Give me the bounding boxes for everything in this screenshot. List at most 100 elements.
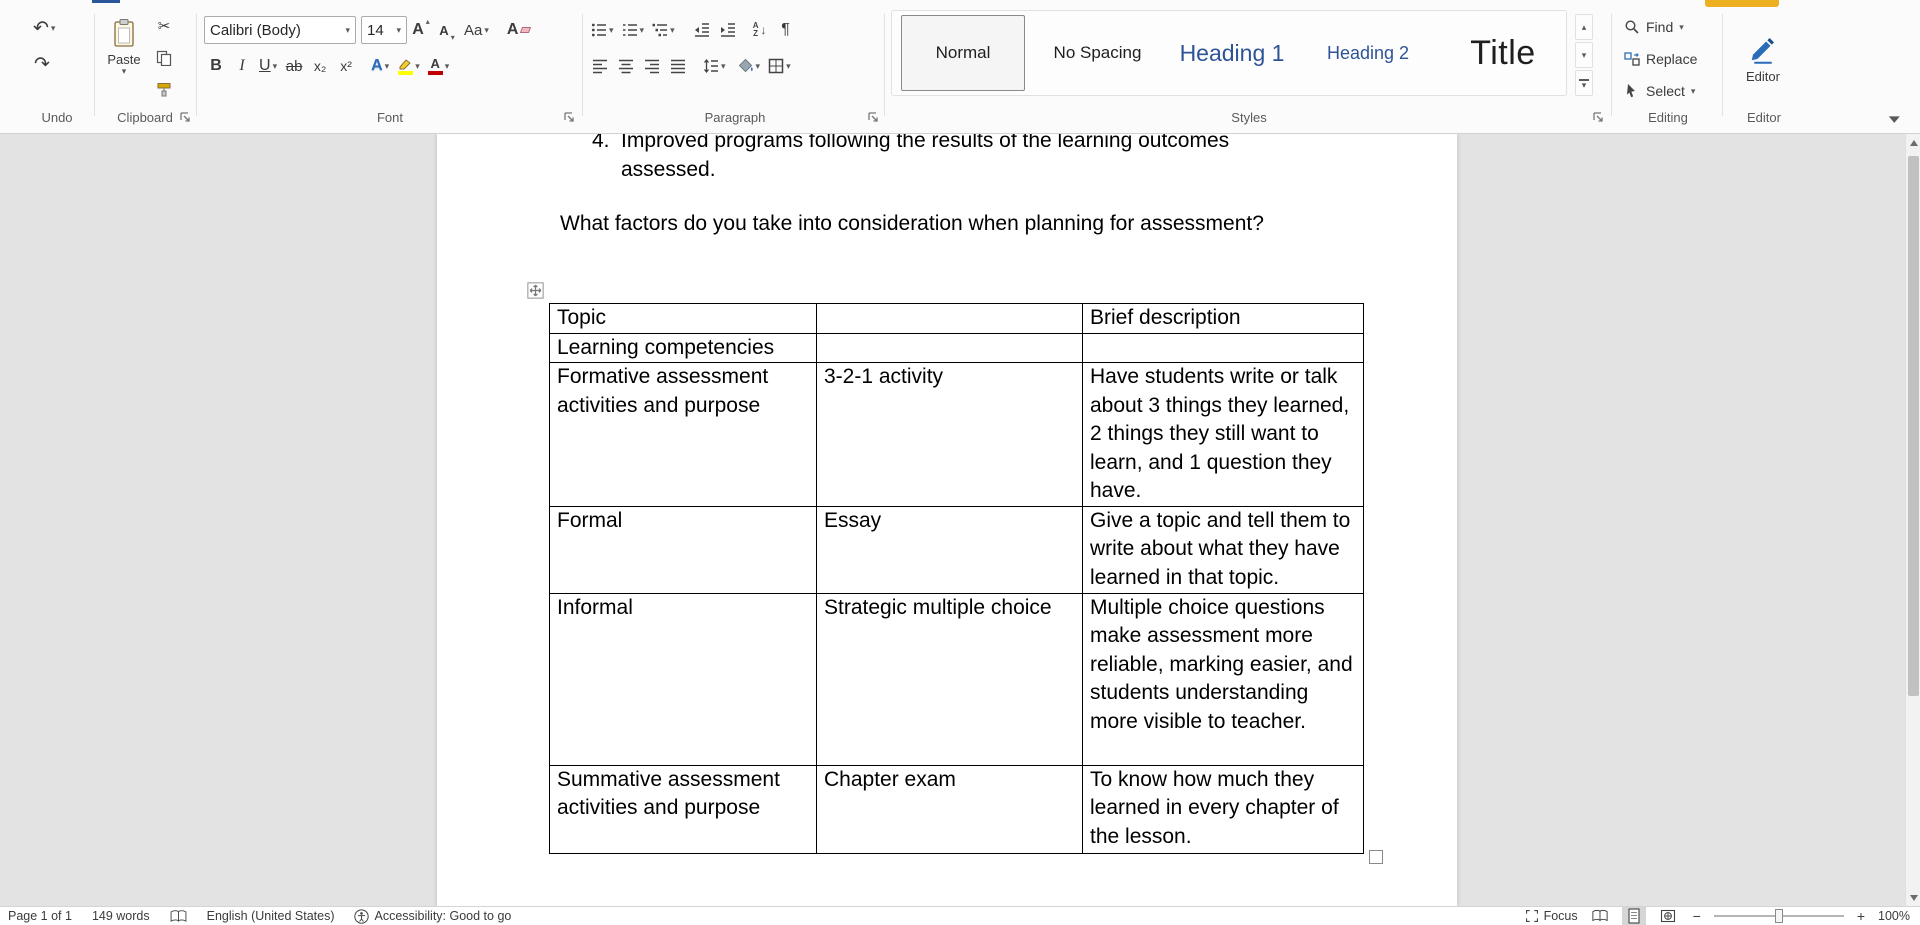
web-layout-icon — [1660, 909, 1675, 923]
text-effects-button[interactable]: A ▾ — [368, 52, 392, 80]
copy-button[interactable] — [152, 44, 176, 72]
table-cell[interactable]: To know how much they learned in every c… — [1082, 764, 1364, 854]
table-cell[interactable]: Strategic multiple choice — [816, 592, 1083, 766]
font-dialog-launcher[interactable] — [562, 110, 576, 124]
accessibility-status[interactable]: Accessibility: Good to go — [354, 908, 511, 924]
style-card-normal[interactable]: Normal — [901, 15, 1025, 91]
document-page[interactable]: 4. Improved programs following the resul… — [437, 134, 1457, 906]
read-mode-button[interactable] — [1588, 907, 1612, 925]
focus-button[interactable]: Focus — [1525, 909, 1578, 923]
table-row: Informal Strategic multiple choice Multipl… — [549, 592, 1364, 766]
table-cell[interactable]: Have students write or talk about 3 thin… — [1082, 362, 1364, 507]
table-cell[interactable]: Formal — [549, 505, 817, 594]
grow-font-button[interactable]: A ▴ — [409, 16, 433, 44]
table-cell[interactable]: Learning competencies — [549, 332, 817, 363]
bold-button[interactable]: B — [204, 52, 228, 80]
styles-dialog-launcher[interactable] — [1591, 110, 1605, 124]
table-cell[interactable]: Summative assessment activities and purp… — [549, 764, 817, 854]
sort-button[interactable]: A Z ↓ — [748, 16, 772, 44]
line-spacing-button[interactable]: ▾ — [700, 52, 729, 80]
table-cell[interactable]: Topic — [549, 303, 817, 334]
web-layout-button[interactable] — [1656, 907, 1680, 925]
chevron-down-icon: ▾ — [345, 24, 350, 35]
highlight-button[interactable]: ▾ — [394, 52, 423, 80]
zoom-out-button[interactable]: − — [1690, 908, 1704, 924]
underline-icon: U — [259, 57, 271, 74]
change-case-button[interactable]: Aa ▾ — [461, 16, 492, 44]
table-cell[interactable]: Formative assessment activities and purp… — [549, 362, 817, 507]
table-cell[interactable]: Multiple choice questions make assessmen… — [1082, 592, 1364, 766]
table-cell[interactable]: Informal — [549, 592, 817, 766]
font-name-combo[interactable]: Calibri (Body) ▾ — [204, 16, 356, 44]
shrink-font-button[interactable]: A ▾ — [435, 16, 459, 44]
select-button[interactable]: Select ▾ — [1620, 78, 1699, 104]
style-card-heading-1[interactable]: Heading 1 — [1172, 15, 1292, 91]
justify-button[interactable] — [666, 52, 690, 80]
list-item-text[interactable]: Improved programs following the results … — [621, 134, 1311, 184]
table-cell[interactable]: 3-2-1 activity — [816, 362, 1083, 507]
chevron-down-icon: ▾ — [639, 24, 645, 35]
clipboard-dialog-launcher[interactable] — [178, 110, 192, 124]
scroll-down-button[interactable] — [1906, 889, 1920, 906]
table-move-handle[interactable] — [527, 282, 544, 299]
page-indicator[interactable]: Page 1 of 1 — [8, 909, 72, 923]
show-hide-marks-button[interactable]: ¶ — [774, 16, 798, 44]
cut-button[interactable]: ✂ — [152, 12, 176, 40]
format-painter-button[interactable] — [152, 76, 176, 104]
italic-button[interactable]: I — [230, 52, 254, 80]
style-card-heading-2[interactable]: Heading 2 — [1301, 15, 1435, 91]
undo-button[interactable]: ↶ ▾ — [30, 14, 58, 42]
zoom-level[interactable]: 100% — [1878, 909, 1914, 923]
styles-gallery-down-button[interactable]: ▾ — [1575, 42, 1593, 68]
word-count[interactable]: 149 words — [92, 909, 150, 923]
collapse-ribbon-button[interactable]: ▾ — [1889, 111, 1900, 127]
decrease-indent-button[interactable] — [690, 16, 714, 44]
scroll-up-button[interactable] — [1906, 134, 1920, 151]
table-resize-handle[interactable] — [1369, 850, 1383, 864]
align-center-button[interactable] — [614, 52, 638, 80]
font-color-icon: A — [427, 57, 443, 75]
style-card-title[interactable]: Title — [1441, 15, 1565, 91]
style-card-no-spacing[interactable]: No Spacing — [1033, 15, 1162, 91]
table-cell[interactable]: Brief description — [1082, 303, 1364, 334]
language-indicator[interactable]: English (United States) — [207, 909, 335, 923]
vertical-scrollbar[interactable] — [1905, 134, 1920, 906]
zoom-slider-thumb[interactable] — [1774, 909, 1783, 923]
increase-indent-button[interactable] — [716, 16, 740, 44]
proofing-status[interactable] — [170, 909, 187, 923]
table-cell[interactable] — [816, 303, 1083, 334]
question-paragraph[interactable]: What factors do you take into considerat… — [560, 210, 1264, 239]
superscript-button[interactable]: x² — [334, 52, 358, 80]
scrollbar-thumb[interactable] — [1908, 156, 1919, 696]
borders-button[interactable]: ▾ — [765, 52, 794, 80]
redo-button[interactable]: ↷ — [30, 50, 54, 78]
replace-button[interactable]: Replace — [1620, 46, 1701, 72]
align-right-button[interactable] — [640, 52, 664, 80]
multilevel-list-button[interactable]: ▾ — [649, 16, 678, 44]
find-button[interactable]: Find ▾ — [1620, 14, 1688, 40]
styles-gallery-more-button[interactable]: ▾ — [1575, 70, 1593, 96]
table-cell[interactable]: Give a topic and tell them to write abou… — [1082, 505, 1364, 594]
font-color-button[interactable]: A ▾ — [425, 52, 453, 80]
list-item-number[interactable]: 4. — [592, 134, 610, 156]
zoom-slider[interactable] — [1713, 909, 1844, 923]
table-cell[interactable] — [1082, 332, 1364, 363]
underline-button[interactable]: U ▾ — [256, 52, 280, 80]
editor-button[interactable]: Editor — [1733, 12, 1793, 106]
paragraph-dialog-launcher[interactable] — [866, 110, 880, 124]
clear-formatting-button[interactable]: A — [504, 16, 534, 44]
align-left-button[interactable] — [588, 52, 612, 80]
table-cell[interactable]: Chapter exam — [816, 764, 1083, 854]
font-size-combo[interactable]: 14 ▾ — [361, 16, 407, 44]
table-cell[interactable] — [816, 332, 1083, 363]
print-layout-button[interactable] — [1621, 907, 1646, 925]
subscript-button[interactable]: x₂ — [308, 52, 332, 80]
styles-gallery-up-button[interactable]: ▴ — [1575, 14, 1593, 40]
zoom-in-button[interactable]: + — [1854, 908, 1868, 924]
shading-button[interactable]: ▾ — [735, 52, 764, 80]
strikethrough-button[interactable]: ab — [282, 52, 306, 80]
numbering-button[interactable]: ▾ — [619, 16, 648, 44]
table-cell[interactable]: Essay — [816, 505, 1083, 594]
bullets-button[interactable]: ▾ — [588, 16, 617, 44]
paste-button[interactable]: Paste ▾ — [102, 12, 146, 104]
